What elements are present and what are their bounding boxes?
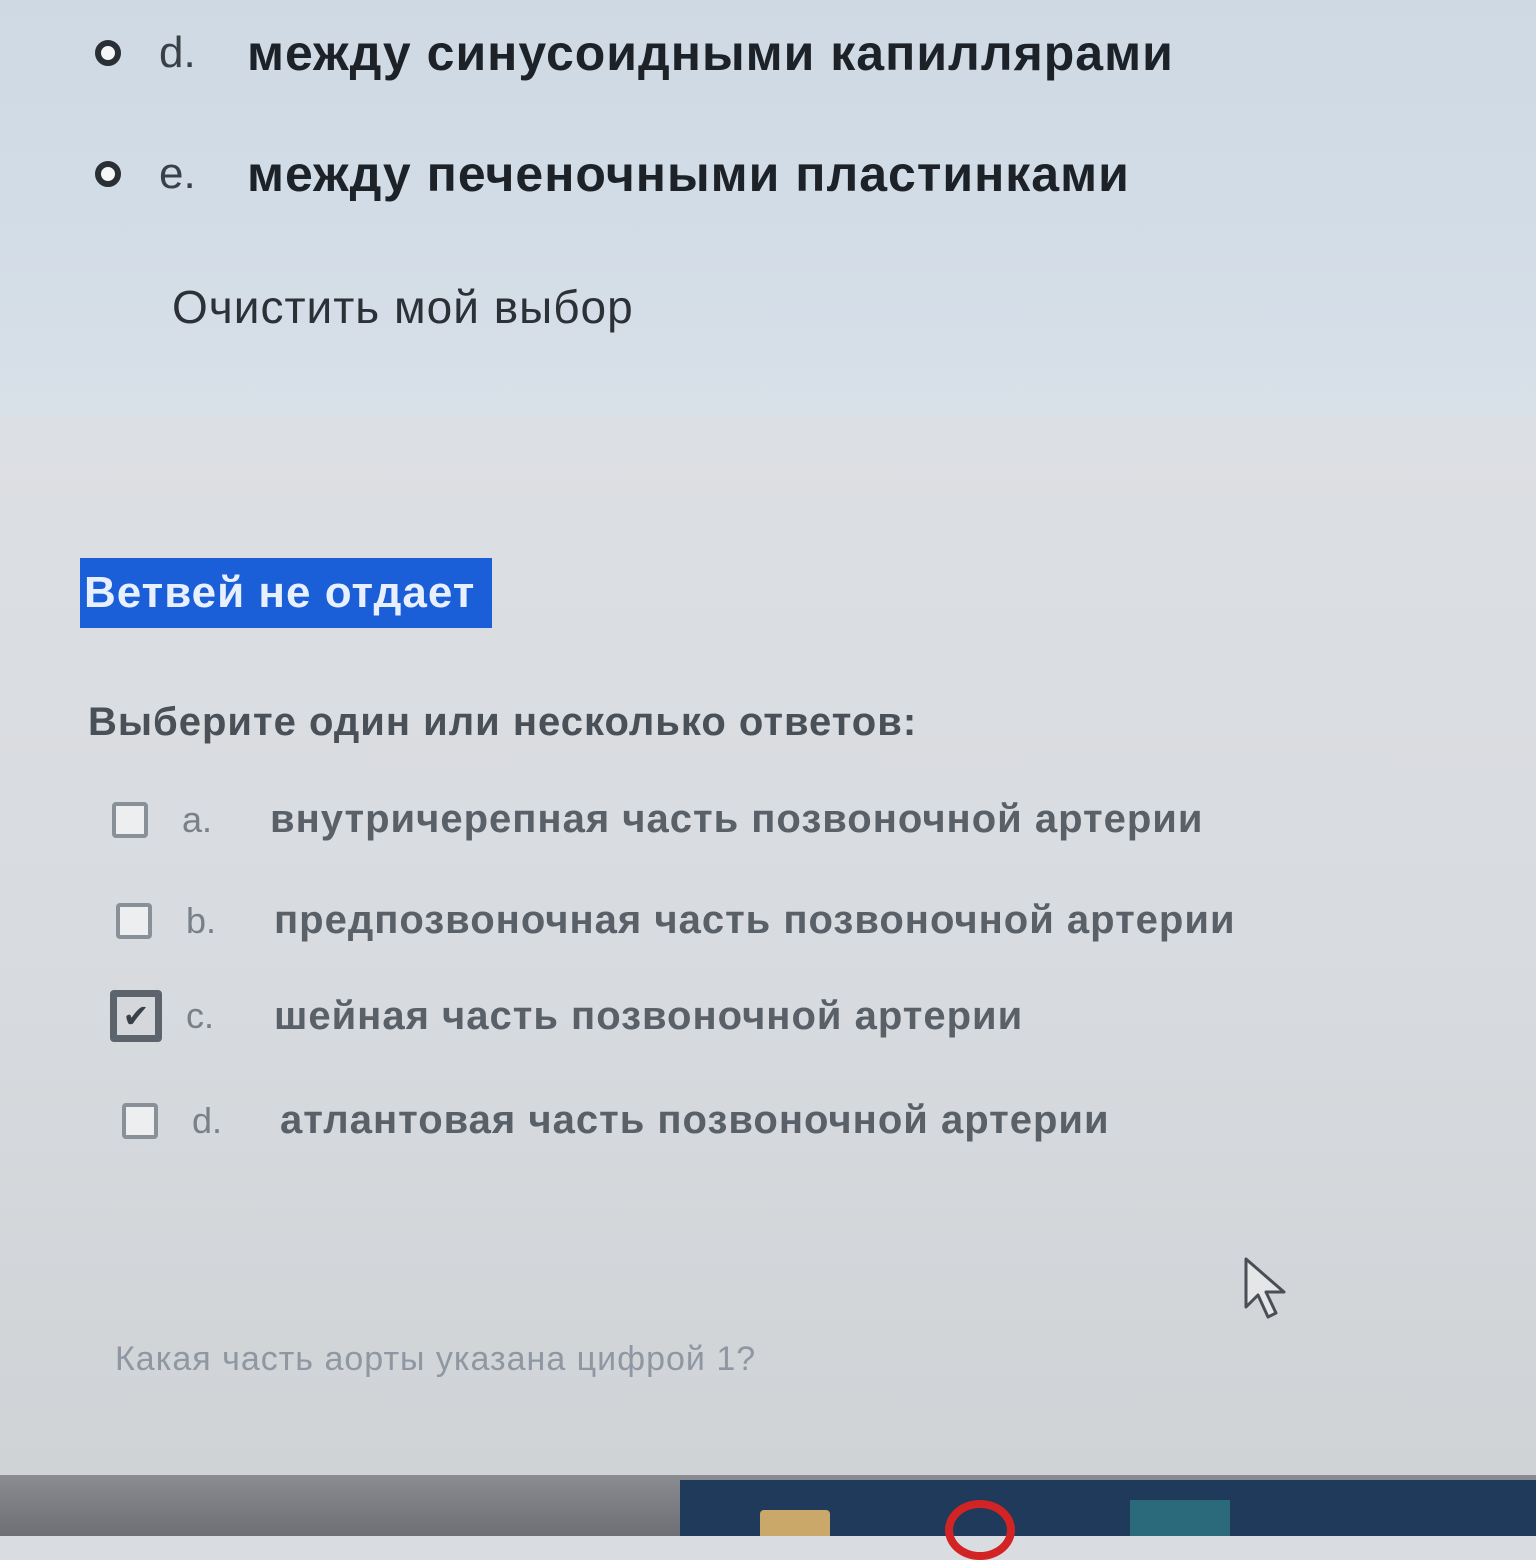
option-letter: a. (182, 798, 213, 840)
option-text[interactable]: внутричерепная часть позвоночной артерии (270, 797, 1203, 842)
checkbox-option-b[interactable]: b. предпозвоночная часть позвоночной арт… (116, 898, 1236, 943)
checkbox[interactable] (116, 902, 152, 939)
question-title: Ветвей не отдает (80, 558, 492, 628)
checkbox-checked[interactable]: ✔ (110, 990, 162, 1042)
clear-choice-link[interactable]: Очистить мой выбор (172, 280, 634, 334)
opera-browser-icon[interactable] (945, 1500, 1015, 1560)
radio-option-d[interactable]: d. между синусоидными капиллярами (95, 24, 1174, 82)
mouse-pointer-icon (1244, 1257, 1286, 1319)
option-letter: d. (192, 1099, 223, 1141)
option-letter: d. (159, 28, 196, 77)
option-text[interactable]: шейная часть позвоночной артерии (274, 994, 1023, 1039)
radio-option-e[interactable]: e. между печеночными пластинками (95, 145, 1130, 203)
option-letter: b. (186, 899, 217, 941)
checkbox-option-a[interactable]: a. внутричерепная часть позвоночной арте… (112, 797, 1203, 842)
option-letter: e. (159, 149, 196, 198)
radio-button[interactable] (95, 40, 121, 66)
option-text[interactable]: предпозвоночная часть позвоночной артери… (274, 898, 1236, 943)
checkmark-icon: ✔ (122, 998, 150, 1034)
radio-button[interactable] (95, 161, 121, 187)
answer-prompt: Выберите один или несколько ответов: (88, 700, 918, 744)
option-text[interactable]: атлантовая часть позвоночной артерии (280, 1098, 1110, 1143)
next-question-text: Какая часть аорты указана цифрой 1? (115, 1340, 757, 1378)
folder-icon[interactable] (760, 1510, 830, 1536)
store-icon[interactable] (1130, 1500, 1230, 1536)
option-text[interactable]: между печеночными пластинками (247, 145, 1130, 203)
checkbox-option-c[interactable]: ✔ c. шейная часть позвоночной артерии (110, 990, 1023, 1042)
checkbox[interactable] (112, 801, 148, 838)
option-letter: c. (186, 995, 215, 1036)
checkbox[interactable] (122, 1102, 158, 1139)
option-text[interactable]: между синусоидными капиллярами (247, 24, 1174, 82)
checkbox-option-d[interactable]: d. атлантовая часть позвоночной артерии (122, 1098, 1110, 1143)
